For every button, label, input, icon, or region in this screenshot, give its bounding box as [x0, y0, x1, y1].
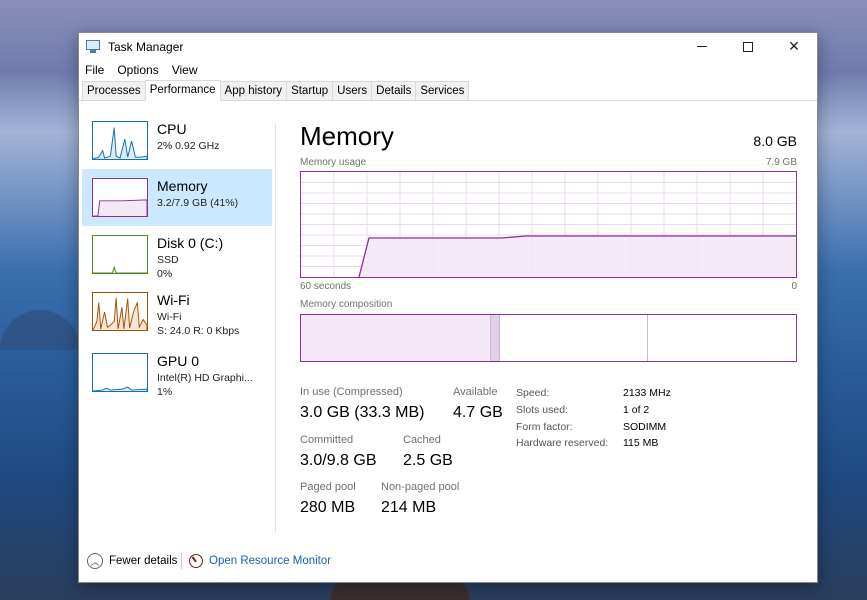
composition-free: [648, 315, 796, 361]
sidebar-wifi-adapter: Wi-Fi: [157, 311, 182, 323]
form-factor-label: Form factor:: [516, 421, 573, 433]
memory-usage-graph: [300, 171, 797, 278]
hardware-reserved-value: 115 MB: [623, 437, 659, 449]
sidebar-disk-type: SSD: [157, 254, 179, 266]
close-icon: ✕: [788, 38, 800, 54]
close-button[interactable]: ✕: [771, 33, 817, 60]
menu-bar: File Options View: [79, 60, 817, 80]
maximize-button[interactable]: [725, 33, 771, 60]
composition-standby: [500, 315, 648, 361]
available-label: Available: [453, 386, 498, 398]
sidebar-item-disk[interactable]: Disk 0 (C:) SSD 0%: [82, 226, 272, 283]
memory-composition-bar: [300, 314, 797, 362]
graph-time-left: 60 seconds: [300, 281, 352, 292]
task-manager-icon: [86, 39, 102, 54]
page-title: Memory: [300, 121, 394, 151]
slots-used-label: Slots used:: [516, 404, 568, 416]
memory-usage-label: Memory usage: [300, 157, 367, 168]
sidebar-memory-title: Memory: [157, 178, 208, 194]
disk-thumbnail-graph: [92, 235, 148, 274]
chevron-up-icon[interactable]: ︿: [87, 553, 103, 569]
tab-processes[interactable]: Processes: [82, 81, 146, 100]
available-value: 4.7 GB: [453, 404, 503, 421]
composition-in-use: [301, 315, 491, 361]
performance-content: CPU 2% 0.92 GHz Memory 3.2/7.9 GB (41%) …: [79, 102, 817, 542]
minimize-icon: [697, 46, 707, 47]
speed-value: 2133 MHz: [623, 387, 671, 399]
tab-startup[interactable]: Startup: [286, 81, 334, 100]
sidebar-disk-usage: 0%: [157, 268, 173, 280]
background-rock: [330, 580, 470, 600]
wifi-thumbnail-graph: [92, 292, 148, 331]
sidebar-divider: [275, 123, 276, 533]
committed-value: 3.0/9.8 GB: [300, 452, 377, 469]
tab-details[interactable]: Details: [371, 81, 417, 100]
menu-view[interactable]: View: [172, 63, 198, 77]
memory-thumbnail-graph: [92, 178, 148, 217]
committed-label: Committed: [300, 434, 354, 446]
paged-pool-label: Paged pool: [300, 481, 356, 493]
composition-modified: [491, 315, 500, 361]
sidebar-cpu-title: CPU: [157, 121, 187, 137]
sidebar-gpu-name: Intel(R) HD Graphi...: [157, 372, 253, 384]
footer-bar: ︿ Fewer details Open Resource Monitor: [79, 542, 817, 582]
tab-services[interactable]: Services: [415, 81, 470, 100]
task-manager-window: Task Manager ✕ File Options View Process…: [78, 32, 818, 583]
tab-app-history[interactable]: App history: [219, 81, 288, 100]
graph-time-right: 0: [791, 281, 797, 292]
cached-label: Cached: [403, 434, 441, 446]
resource-sidebar: CPU 2% 0.92 GHz Memory 3.2/7.9 GB (41%) …: [82, 112, 272, 542]
form-factor-value: SODIMM: [623, 421, 667, 433]
background-mountain: [0, 310, 80, 350]
open-resource-monitor-link[interactable]: Open Resource Monitor: [209, 555, 331, 567]
menu-file[interactable]: File: [85, 63, 104, 77]
sidebar-disk-title: Disk 0 (C:): [157, 235, 224, 251]
tab-users[interactable]: Users: [332, 81, 373, 100]
sidebar-gpu-usage: 1%: [157, 386, 173, 398]
in-use-label: In use (Compressed): [300, 386, 403, 398]
sidebar-item-wifi[interactable]: Wi-Fi Wi-Fi S: 24.0 R: 0 Kbps: [82, 283, 272, 340]
sidebar-memory-detail: 3.2/7.9 GB (41%): [157, 197, 239, 209]
memory-total: 8.0 GB: [753, 133, 797, 149]
hardware-reserved-label: Hardware reserved:: [516, 437, 609, 449]
title-bar[interactable]: Task Manager ✕: [79, 33, 817, 60]
sidebar-item-memory[interactable]: Memory 3.2/7.9 GB (41%): [82, 169, 272, 226]
tab-bar: Processes Performance App history Startu…: [79, 80, 817, 101]
fewer-details-button[interactable]: Fewer details: [109, 555, 177, 567]
tab-performance[interactable]: Performance: [144, 80, 221, 101]
maximize-icon: [743, 41, 753, 52]
memory-usage-max: 7.9 GB: [765, 157, 797, 168]
paged-pool-value: 280 MB: [300, 499, 356, 516]
memory-composition-label: Memory composition: [300, 299, 393, 310]
menu-options[interactable]: Options: [117, 63, 158, 77]
sidebar-item-cpu[interactable]: CPU 2% 0.92 GHz: [82, 112, 272, 169]
memory-detail-panel: Memory 8.0 GB Memory usage 7.9 GB 60 sec…: [300, 102, 797, 542]
sidebar-wifi-throughput: S: 24.0 R: 0 Kbps: [157, 325, 240, 337]
sidebar-item-gpu[interactable]: GPU 0 Intel(R) HD Graphi... 1%: [82, 344, 272, 401]
slots-used-value: 1 of 2: [623, 404, 650, 416]
cpu-thumbnail-graph: [92, 121, 148, 160]
in-use-value: 3.0 GB (33.3 MB): [300, 404, 425, 421]
cached-value: 2.5 GB: [403, 452, 453, 469]
footer-separator: [181, 553, 182, 569]
sidebar-wifi-title: Wi-Fi: [157, 292, 190, 308]
gpu-thumbnail-graph: [92, 353, 148, 392]
minimize-button[interactable]: [679, 33, 725, 60]
non-paged-pool-label: Non-paged pool: [381, 481, 460, 493]
sidebar-gpu-title: GPU 0: [157, 353, 200, 369]
sidebar-cpu-detail: 2% 0.92 GHz: [157, 140, 220, 152]
speed-label: Speed:: [516, 387, 550, 399]
resource-monitor-icon[interactable]: [189, 554, 203, 568]
non-paged-pool-value: 214 MB: [381, 499, 437, 516]
window-title: Task Manager: [108, 39, 184, 54]
